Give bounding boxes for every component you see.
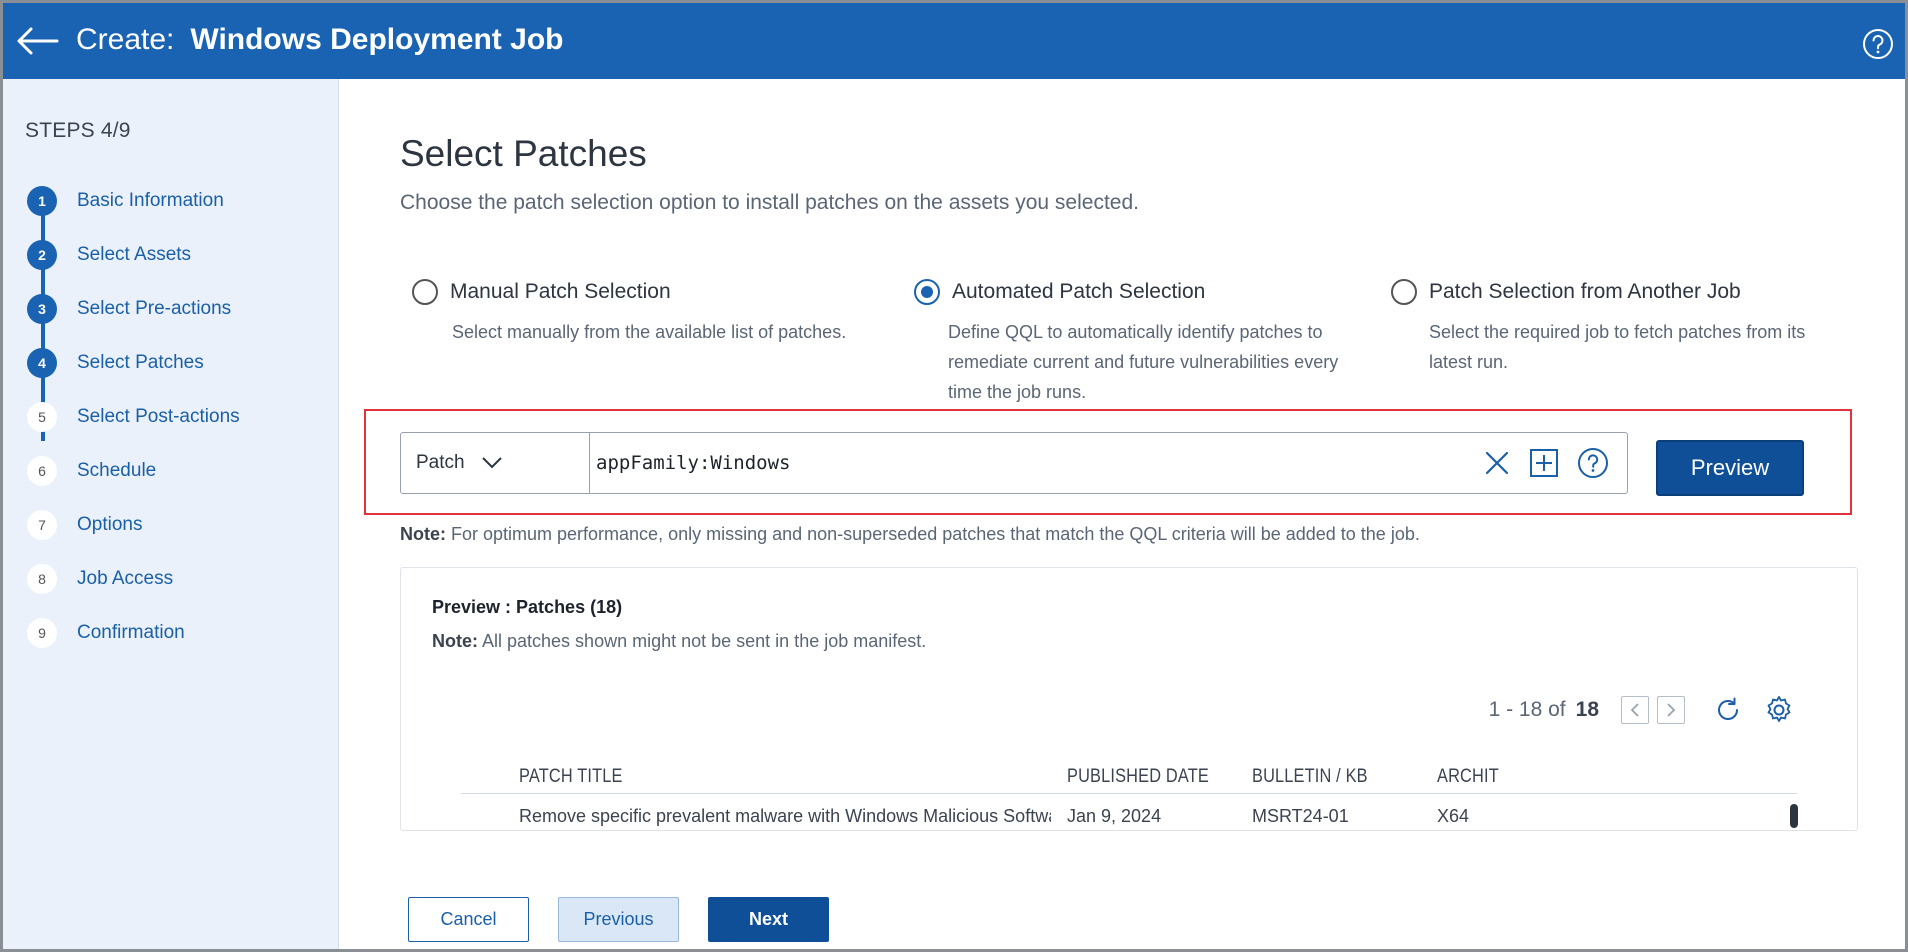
option-manual-patch-selection[interactable]: Manual Patch Selection Select manually f… — [412, 279, 846, 347]
column-architecture[interactable]: ARCHIT — [1437, 766, 1499, 788]
step-label: Options — [77, 514, 143, 535]
radio-manual[interactable] — [412, 279, 438, 305]
option-label: Manual Patch Selection — [450, 280, 671, 303]
table-row[interactable]: Remove specific prevalent malware with W… — [461, 806, 1797, 830]
option-automated-patch-selection[interactable]: Automated Patch Selection Define QQL to … — [914, 279, 1338, 407]
qql-query-input[interactable]: appFamily:Windows — [590, 433, 1483, 493]
add-icon[interactable] — [1529, 448, 1559, 478]
option-label: Automated Patch Selection — [952, 280, 1206, 303]
step-number: 8 — [27, 564, 57, 594]
header-title-name: Windows Deployment Job — [190, 23, 564, 56]
step-label: Basic Information — [77, 190, 224, 211]
step-number: 7 — [27, 510, 57, 540]
option-description: Select the required job to fetch patches… — [1429, 317, 1805, 377]
next-page-button[interactable] — [1657, 696, 1685, 724]
note-text: All patches shown might not be sent in t… — [478, 631, 927, 651]
option-description-line: remediate current and future vulnerabili… — [948, 352, 1339, 372]
steps-sidebar: STEPS 4/9 1 Basic Information 2 Select A… — [3, 79, 339, 949]
note-label: Note: — [432, 631, 478, 651]
cell-published-date: Jan 9, 2024 — [1067, 806, 1162, 826]
step-select-post-actions[interactable]: 5 Select Post-actions — [27, 402, 240, 432]
option-description-line: time the job runs. — [948, 382, 1087, 402]
step-label: Schedule — [77, 460, 157, 481]
step-label: Select Post-actions — [77, 406, 240, 427]
preview-note: Note: All patches shown might not be sen… — [432, 631, 926, 652]
page-title: Select Patches — [400, 133, 647, 174]
column-published-date[interactable]: PUBLISHED DATE — [1067, 766, 1209, 788]
step-job-access[interactable]: 8 Job Access — [27, 564, 173, 594]
back-arrow-icon[interactable] — [13, 21, 59, 61]
option-description-line: latest run. — [1429, 352, 1509, 372]
preview-panel: Preview : Patches (18) Note: All patches… — [400, 567, 1858, 831]
option-description-line: Define QQL to automatically identify pat… — [948, 322, 1323, 342]
chevron-right-icon — [1667, 703, 1676, 717]
step-number: 2 — [27, 240, 57, 270]
note-text: For optimum performance, only missing an… — [446, 524, 1420, 544]
option-description: Define QQL to automatically identify pat… — [948, 317, 1338, 407]
app-window: Create: Windows Deployment Job STEPS 4/9… — [0, 0, 1908, 952]
option-description-line: Select the required job to fetch patches… — [1429, 322, 1806, 342]
next-button[interactable]: Next — [708, 897, 829, 942]
query-help-icon[interactable] — [1577, 447, 1609, 479]
step-label: Select Pre-actions — [77, 298, 232, 319]
radio-another-job[interactable] — [1391, 279, 1417, 305]
step-number: 1 — [27, 186, 57, 216]
step-number: 4 — [27, 348, 57, 378]
option-label: Patch Selection from Another Job — [1429, 280, 1741, 303]
qql-search-box: Patch appFamily:Windows — [400, 432, 1628, 494]
header-title-prefix: Create: — [76, 23, 175, 56]
gear-icon[interactable] — [1763, 694, 1795, 726]
qql-scope-dropdown[interactable]: Patch — [401, 433, 590, 493]
cell-architecture: X64 — [1437, 806, 1470, 826]
step-label: Confirmation — [77, 622, 185, 643]
help-icon[interactable] — [1861, 27, 1895, 61]
step-select-pre-actions[interactable]: 3 Select Pre-actions — [27, 294, 231, 324]
prev-page-button[interactable] — [1621, 696, 1649, 724]
page-header-title: Create: Windows Deployment Job — [76, 23, 563, 57]
step-number: 3 — [27, 294, 57, 324]
cell-patch-title: Remove specific prevalent malware with W… — [519, 806, 1051, 826]
pager-total: 18 — [1575, 698, 1599, 721]
step-options[interactable]: 7 Options — [27, 510, 142, 540]
performance-note: Note: For optimum performance, only miss… — [400, 524, 1420, 545]
step-number: 9 — [27, 618, 57, 648]
step-select-assets[interactable]: 2 Select Assets — [27, 240, 191, 270]
cell-bulletin-kb: MSRT24-01 — [1252, 806, 1349, 826]
previous-button[interactable]: Previous — [558, 897, 679, 942]
option-description: Select manually from the available list … — [452, 322, 847, 342]
clear-icon[interactable] — [1483, 449, 1511, 477]
step-number: 6 — [27, 456, 57, 486]
step-label: Select Patches — [77, 352, 204, 373]
cancel-button[interactable]: Cancel — [408, 897, 529, 942]
chevron-down-icon — [481, 457, 502, 469]
chevron-left-icon — [1630, 703, 1639, 717]
step-label: Job Access — [77, 568, 174, 589]
refresh-icon[interactable] — [1713, 695, 1743, 725]
column-bulletin-kb[interactable]: BULLETIN / KB — [1252, 766, 1368, 788]
option-patch-selection-from-another-job[interactable]: Patch Selection from Another Job Select … — [1391, 279, 1805, 377]
app-header: Create: Windows Deployment Job — [3, 3, 1905, 79]
step-basic-information[interactable]: 1 Basic Information — [27, 186, 224, 216]
step-confirmation[interactable]: 9 Confirmation — [27, 618, 185, 648]
pagination: 1 - 18 of 18 — [1489, 694, 1795, 726]
patch-table-header: PATCH TITLE PUBLISHED DATE BULLETIN / KB… — [461, 758, 1797, 794]
step-number: 5 — [27, 402, 57, 432]
preview-button[interactable]: Preview — [1656, 440, 1804, 496]
step-select-patches[interactable]: 4 Select Patches — [27, 348, 204, 378]
note-label: Note: — [400, 524, 446, 544]
step-label: Select Assets — [77, 244, 192, 265]
radio-automated[interactable] — [914, 279, 940, 305]
steps-count: STEPS 4/9 — [25, 119, 131, 142]
preview-title: Preview : Patches (18) — [432, 597, 623, 617]
column-patch-title[interactable]: PATCH TITLE — [519, 766, 623, 788]
qql-scope-value: Patch — [416, 452, 465, 473]
table-scrollbar[interactable] — [1790, 804, 1798, 828]
step-schedule[interactable]: 6 Schedule — [27, 456, 156, 486]
main-content: Select Patches Choose the patch selectio… — [340, 79, 1905, 949]
pager-range: 1 - 18 of — [1488, 698, 1566, 721]
page-subtitle: Choose the patch selection option to ins… — [400, 191, 1139, 214]
